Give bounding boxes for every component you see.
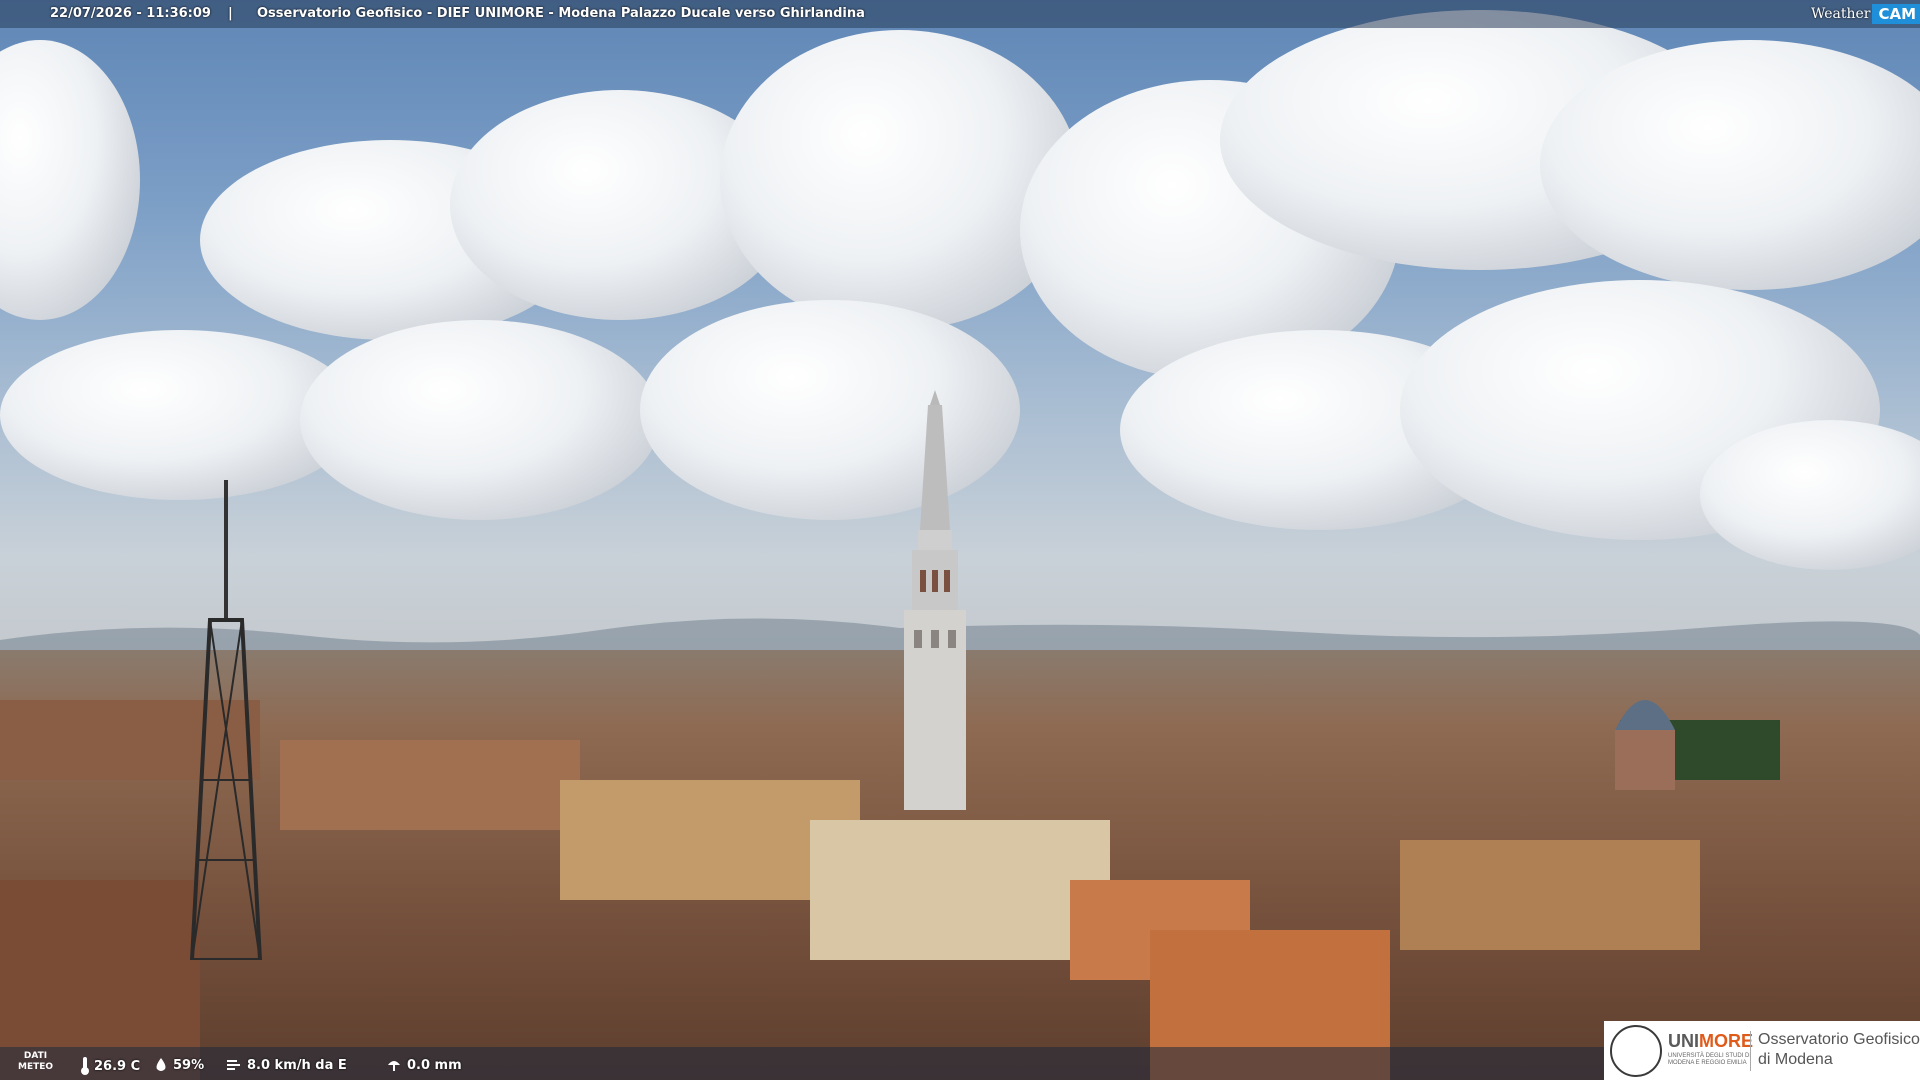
wind-reading: 8.0 km/h da E [225, 1057, 347, 1073]
timestamp: 22/07/2026 - 11:36:09 [50, 6, 211, 21]
building [810, 820, 1110, 960]
rain-icon [388, 1061, 400, 1071]
observatory-name: Osservatorio Geofisico di Modena [1758, 1030, 1920, 1070]
rain-reading: 0.0 mm [385, 1057, 462, 1073]
weather-data-label: DATI METEO [18, 1051, 53, 1073]
building [280, 740, 580, 830]
humidity-drop-icon [156, 1058, 166, 1071]
unimore-brand: UNIMORE [1668, 1031, 1753, 1052]
badge-divider [1750, 1031, 1751, 1071]
radio-mast [189, 480, 263, 960]
observatory-line1: Osservatorio Geofisico [1758, 1031, 1920, 1048]
building [1400, 840, 1700, 950]
wind-icon [227, 1060, 240, 1070]
unimore-seal-icon [1610, 1025, 1662, 1077]
cloud [300, 320, 660, 520]
weather-data-bar: DATI METEO 26.9 C 59% 8.0 km/h da E 0.0 … [0, 1047, 1605, 1080]
humidity-reading: 59% [153, 1057, 204, 1073]
cloud [720, 30, 1080, 330]
unimore-subtitle: UNIVERSITÀ DEGLI STUDI DI MODENA E REGGI… [1668, 1053, 1752, 1066]
rain-value: 0.0 mm [407, 1057, 462, 1073]
temperature-value: 26.9 C [94, 1058, 141, 1074]
humidity-value: 59% [173, 1057, 205, 1073]
unimore-badge[interactable]: UNIMORE UNIVERSITÀ DEGLI STUDI DI MODENA… [1604, 1021, 1920, 1080]
ghirlandina-tower [904, 390, 966, 810]
temperature-reading: 26.9 C [80, 1057, 140, 1075]
camera-title: Osservatorio Geofisico - DIEF UNIMORE - … [257, 6, 865, 21]
wind-value: 8.0 km/h da E [247, 1057, 347, 1073]
church-dome [1615, 700, 1675, 790]
unimore-brand-prefix: UNI [1668, 1031, 1699, 1051]
weather-data-label-line1: DATI [23, 1051, 48, 1061]
thermometer-icon [81, 1057, 89, 1075]
weathercam-logo-weather: Weather [1810, 6, 1871, 22]
caption-separator: | [228, 6, 233, 21]
weathercam-logo[interactable]: Weather CAM [1811, 2, 1920, 26]
webcam-image [0, 0, 1920, 1080]
observatory-line2: di Modena [1758, 1051, 1833, 1068]
weathercam-logo-cam: CAM [1872, 4, 1920, 24]
unimore-brand-suffix: MORE [1699, 1031, 1753, 1051]
weather-data-label-line2: METEO [18, 1062, 54, 1072]
